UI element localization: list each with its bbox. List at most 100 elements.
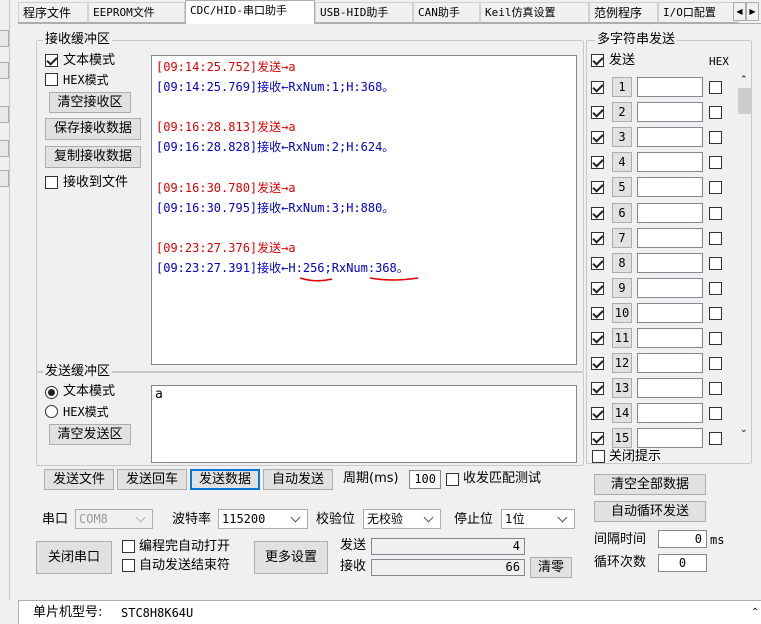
row-send-button[interactable]: 13 <box>612 378 632 399</box>
tab-eeprom-file[interactable]: EEPROM文件 <box>88 2 185 23</box>
row-hex-checkbox[interactable] <box>709 131 722 145</box>
status-scroll-icon[interactable]: ⌃ <box>751 605 759 621</box>
tab-io-config[interactable]: I/O口配置 <box>658 2 738 23</box>
stop-bits-select[interactable]: 1位 <box>501 509 575 529</box>
row-string-input[interactable] <box>637 403 703 424</box>
row-send-button[interactable]: 12 <box>612 353 632 374</box>
multi-send-checkbox[interactable] <box>591 54 604 67</box>
row-send-button[interactable]: 11 <box>612 328 632 348</box>
scroll-thumb[interactable] <box>738 88 751 114</box>
row-hex-checkbox[interactable] <box>709 332 722 345</box>
send-enter-button[interactable]: 发送回车 <box>117 469 187 490</box>
row-hex-checkbox[interactable] <box>709 231 722 245</box>
send-hex-mode-radio[interactable] <box>45 405 58 418</box>
tab-can[interactable]: CAN助手 <box>413 2 480 23</box>
receive-text-mode-checkbox[interactable] <box>45 54 58 67</box>
close-tip-checkbox[interactable] <box>592 450 605 463</box>
send-data-button[interactable]: 发送数据 <box>190 469 260 490</box>
send-file-button[interactable]: 发送文件 <box>44 469 114 490</box>
row-hex-checkbox[interactable] <box>709 382 722 396</box>
tab-keil-sim[interactable]: Keil仿真设置 <box>480 2 589 23</box>
scroll-up-icon[interactable]: ⌃ <box>740 76 749 85</box>
row-send-checkbox[interactable] <box>591 357 604 371</box>
clear-all-data-button[interactable]: 清空全部数据 <box>594 474 706 495</box>
row-send-checkbox[interactable] <box>591 332 604 345</box>
row-string-input[interactable] <box>637 227 703 248</box>
row-send-button[interactable]: 15 <box>612 428 632 449</box>
tab-usb-hid[interactable]: USB-HID助手 <box>315 2 413 23</box>
auto-loop-send-button[interactable]: 自动循环发送 <box>594 501 706 522</box>
row-string-input[interactable] <box>637 127 703 148</box>
row-hex-checkbox[interactable] <box>709 432 722 446</box>
row-hex-checkbox[interactable] <box>709 306 722 320</box>
row-hex-checkbox[interactable] <box>709 407 722 421</box>
row-string-input[interactable] <box>637 277 703 298</box>
row-send-button[interactable]: 9 <box>612 277 632 298</box>
row-send-checkbox[interactable] <box>591 181 604 195</box>
row-string-input[interactable] <box>637 428 703 449</box>
auto-send-button[interactable]: 自动发送 <box>263 469 333 490</box>
row-string-input[interactable] <box>637 77 703 97</box>
clear-send-button[interactable]: 清空发送区 <box>49 424 131 445</box>
left-edge-button[interactable] <box>0 140 9 157</box>
row-hex-checkbox[interactable] <box>709 357 722 371</box>
row-send-checkbox[interactable] <box>591 407 604 421</box>
row-send-button[interactable]: 1 <box>612 77 632 97</box>
row-send-checkbox[interactable] <box>591 432 604 446</box>
close-port-button[interactable]: 关闭串口 <box>36 541 112 574</box>
row-send-checkbox[interactable] <box>591 281 604 295</box>
clear-receive-button[interactable]: 清空接收区 <box>49 92 131 113</box>
receive-text-area[interactable]: [09:14:25.752]发送→a [09:14:25.769]接收←RxNu… <box>151 55 577 365</box>
row-hex-checkbox[interactable] <box>709 106 722 120</box>
row-send-checkbox[interactable] <box>591 231 604 245</box>
row-send-checkbox[interactable] <box>591 382 604 396</box>
tab-scroll-left-icon[interactable]: ◀ <box>733 2 746 21</box>
row-string-input[interactable] <box>637 252 703 273</box>
auto-end-checkbox[interactable] <box>122 559 135 572</box>
row-send-button[interactable]: 8 <box>612 252 632 273</box>
row-send-button[interactable]: 10 <box>612 302 632 323</box>
tab-program-file[interactable]: 程序文件 <box>18 2 88 23</box>
row-hex-checkbox[interactable] <box>709 256 722 270</box>
row-string-input[interactable] <box>637 378 703 399</box>
more-settings-button[interactable]: 更多设置 <box>254 541 328 574</box>
send-text-area[interactable]: a <box>151 385 577 463</box>
left-edge-button[interactable] <box>0 30 9 47</box>
interval-input[interactable]: 0 <box>658 530 707 548</box>
row-string-input[interactable] <box>637 102 703 123</box>
send-text-mode-radio[interactable] <box>45 386 58 399</box>
row-hex-checkbox[interactable] <box>709 206 722 220</box>
match-test-checkbox[interactable] <box>446 473 459 486</box>
row-hex-checkbox[interactable] <box>709 156 722 170</box>
row-string-input[interactable] <box>637 302 703 323</box>
period-input[interactable]: 100 <box>409 470 441 489</box>
tab-scroll-right-icon[interactable]: ▶ <box>746 2 759 21</box>
row-send-checkbox[interactable] <box>591 156 604 170</box>
multi-string-scrollbar[interactable]: ⌃ ⌄ <box>736 64 753 448</box>
left-edge-button[interactable] <box>0 62 9 79</box>
row-send-checkbox[interactable] <box>591 306 604 320</box>
row-send-button[interactable]: 14 <box>612 403 632 424</box>
clear-count-button[interactable]: 清零 <box>530 557 572 578</box>
save-receive-button[interactable]: 保存接收数据 <box>45 118 141 140</box>
tab-examples[interactable]: 范例程序 <box>589 2 658 23</box>
left-edge-button[interactable] <box>0 106 9 123</box>
port-select[interactable]: COM8 <box>75 509 153 529</box>
row-hex-checkbox[interactable] <box>709 81 722 94</box>
row-send-button[interactable]: 4 <box>612 152 632 173</box>
loop-count-input[interactable]: 0 <box>658 554 707 572</box>
scroll-down-icon[interactable]: ⌄ <box>740 426 749 435</box>
auto-open-checkbox[interactable] <box>122 540 135 553</box>
row-send-button[interactable]: 7 <box>612 227 632 248</box>
row-string-input[interactable] <box>637 202 703 223</box>
row-send-button[interactable]: 2 <box>612 102 632 123</box>
row-send-checkbox[interactable] <box>591 131 604 145</box>
row-send-checkbox[interactable] <box>591 256 604 270</box>
baud-select[interactable]: 115200 <box>218 509 308 529</box>
row-send-button[interactable]: 6 <box>612 202 632 223</box>
copy-receive-button[interactable]: 复制接收数据 <box>45 146 141 168</box>
parity-select[interactable]: 无校验 <box>363 509 441 529</box>
row-send-checkbox[interactable] <box>591 106 604 120</box>
tab-cdc-hid-serial[interactable]: CDC/HID-串口助手 <box>185 0 315 24</box>
receive-to-file-checkbox[interactable] <box>45 176 58 189</box>
